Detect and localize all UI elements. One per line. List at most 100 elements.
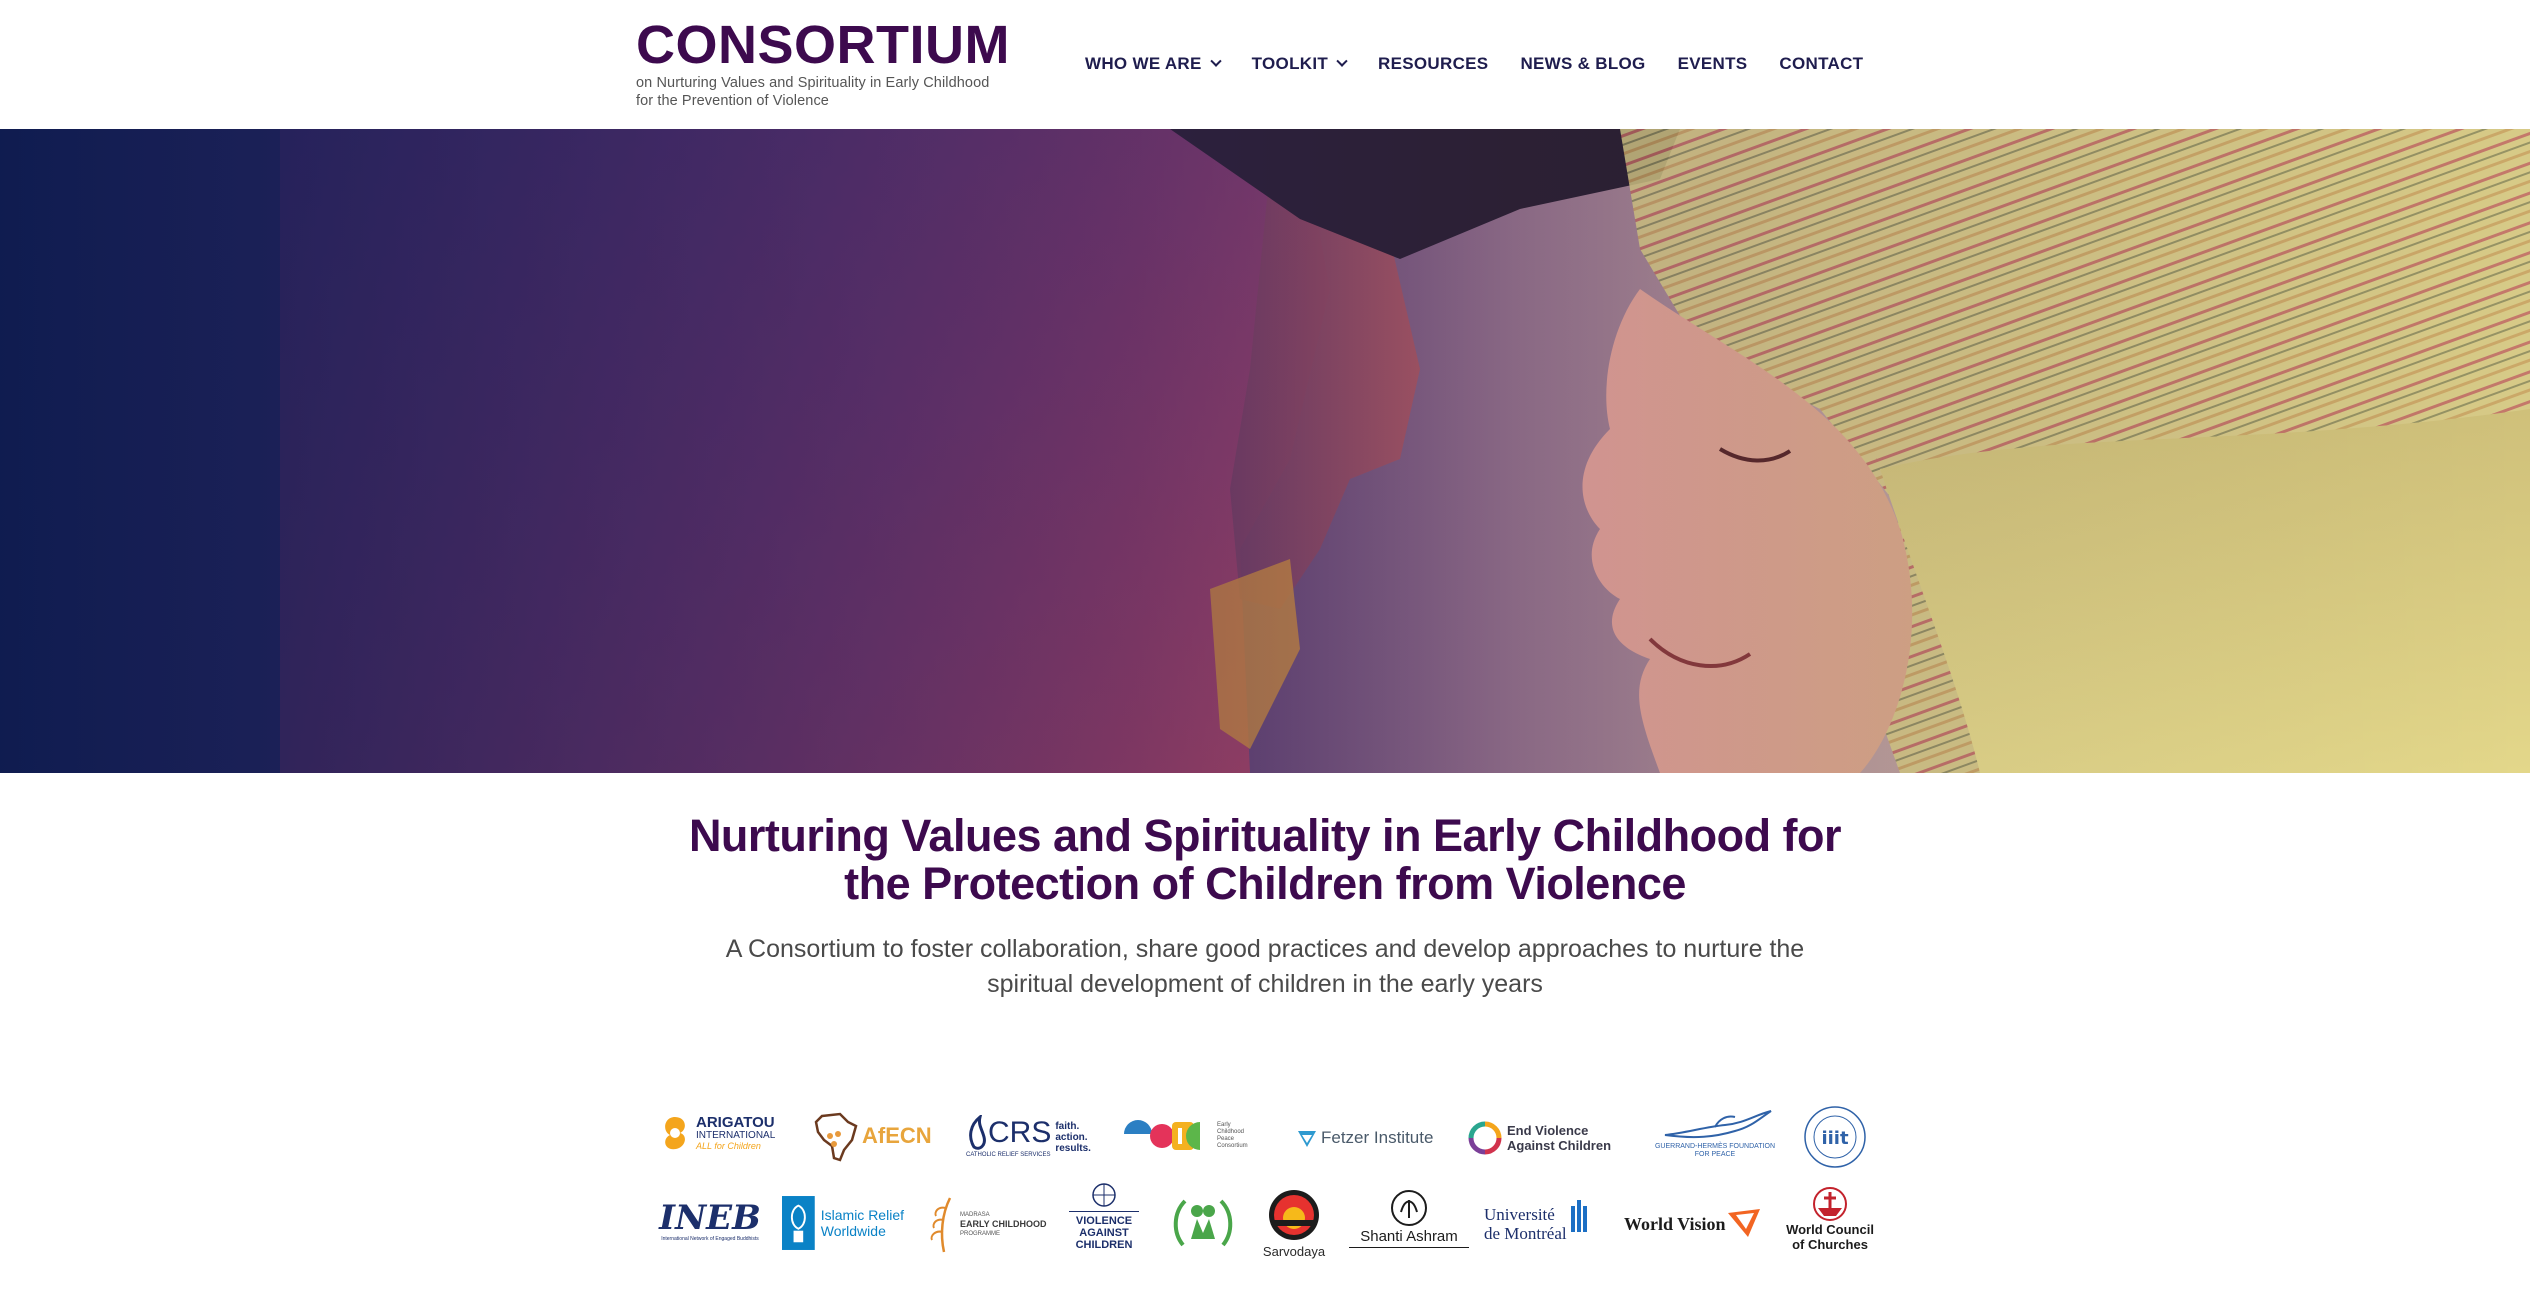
partner-logo-arigatou[interactable]: ARIGATOU INTERNATIONAL ALL for Children (658, 1108, 780, 1158)
arigatou-line1: ARIGATOU (696, 1114, 775, 1131)
madrasa-line1: MADRASA (960, 1211, 990, 1218)
wreath-icon (1173, 1199, 1233, 1247)
shanti-emblem-icon (1391, 1190, 1427, 1226)
logo-title: CONSORTIUM (636, 15, 1010, 75)
partner-logos: ARIGATOU INTERNATIONAL ALL for Children … (650, 1100, 1890, 1270)
description-line-2: spiritual development of children in the… (987, 970, 1543, 998)
montreal-line1: Université (1484, 1205, 1555, 1224)
partner-logo-guerrand-hermes[interactable]: GUERRAND-HERMÈS FOUNDATION FOR PEACE (1650, 1102, 1780, 1164)
nav-item-resources[interactable]: RESOURCES (1378, 54, 1488, 74)
vac-line2: AGAINST (1079, 1227, 1129, 1239)
madrasa-line3: PROGRAMME (960, 1230, 1001, 1237)
partner-logo-iiit[interactable]: iiit (1800, 1104, 1870, 1170)
vac-line1: VIOLENCE (1075, 1215, 1133, 1227)
guerrand-line2: FOR PEACE (1694, 1151, 1736, 1158)
ineb-name: INEB (659, 1198, 761, 1238)
crs-drop-icon (969, 1115, 986, 1150)
partner-logo-wcc[interactable]: World Council of Churches (1778, 1186, 1882, 1264)
nav-item-news-blog[interactable]: NEWS & BLOG (1520, 54, 1645, 74)
end-violence-ring-icon (1468, 1121, 1502, 1155)
nav-item-events[interactable]: EVENTS (1678, 54, 1748, 74)
partner-logo-fetzer[interactable]: Fetzer Institute (1296, 1124, 1441, 1152)
ecpc-shapes-icon (1124, 1120, 1200, 1150)
consortium-logo[interactable]: CONSORTIUM on Nurturing Values and Spiri… (636, 15, 1036, 109)
guerrand-line1: GUERRAND-HERMÈS FOUNDATION (1654, 1143, 1776, 1150)
islamic-relief-line1: Islamic Relief (820, 1207, 904, 1223)
shanti-name: Shanti Ashram (1360, 1228, 1458, 1245)
ecpc-line3: Peace (1217, 1136, 1235, 1142)
chevron-down-icon (1336, 55, 1348, 67)
intro-section: Nurturing Values and Spirituality in Ear… (0, 812, 2530, 1002)
africa-map-icon (814, 1112, 858, 1162)
arigatou-line2: INTERNATIONAL (696, 1130, 776, 1141)
hero-banner (0, 129, 2530, 773)
partner-logo-sarvodaya[interactable]: Sarvodaya (1254, 1188, 1334, 1264)
intro-description: A Consortium to foster collaboration, sh… (695, 932, 1835, 1002)
un-emblem-icon (1092, 1183, 1116, 1207)
logo-subtitle-line2: for the Prevention of Violence (636, 93, 829, 109)
fetzer-name: Fetzer Institute (1321, 1128, 1434, 1147)
afecn-name: AfECN (862, 1123, 932, 1148)
sarvodaya-sun-icon (1269, 1190, 1319, 1240)
wcc-boat-cross-icon (1813, 1187, 1847, 1221)
nav-item-contact[interactable]: CONTACT (1779, 54, 1863, 74)
partner-logo-shanti-ashram[interactable]: Shanti Ashram (1344, 1188, 1474, 1260)
partner-logo-end-violence[interactable]: End Violence Against Children (1468, 1120, 1618, 1156)
partner-logo-madrasa[interactable]: MADRASA EARLY CHILDHOOD PROGRAMME (924, 1194, 1048, 1254)
partner-logo-afecn[interactable]: AfECN (812, 1108, 932, 1164)
crs-tag2: action. (1055, 1131, 1088, 1143)
nav-item-who-we-are[interactable]: WHO WE ARE (1085, 54, 1222, 74)
nav-label: CONTACT (1779, 54, 1864, 73)
iiit-seal-icon: iiit (1804, 1106, 1866, 1168)
nav-item-toolkit[interactable]: TOOLKIT (1251, 54, 1348, 74)
sarvodaya-name: Sarvodaya (1262, 1244, 1326, 1259)
ecpc-line4: Consortium (1217, 1143, 1248, 1149)
dove-icon (1664, 1110, 1772, 1139)
hero-image (0, 129, 2530, 773)
partner-logo-green-wreath[interactable] (1168, 1188, 1238, 1258)
arigatou-line3: ALL for Children (696, 1141, 761, 1151)
ecpc-line2: Childhood (1217, 1129, 1245, 1135)
title-line-2: the Protection of Children from Violence (844, 858, 1686, 909)
wcc-line1: World Council (1786, 1222, 1874, 1237)
ecpc-line1: Early (1217, 1122, 1231, 1128)
title-line-1: Nurturing Values and Spirituality in Ear… (688, 810, 1842, 861)
partner-logo-world-vision[interactable]: World Vision (1624, 1206, 1764, 1242)
crs-tag3: results. (1055, 1142, 1091, 1154)
nav-label: RESOURCES (1378, 54, 1489, 73)
main-nav: WHO WE ARE TOOLKIT RESOURCES NEWS & BLOG… (1085, 50, 1863, 78)
world-vision-star-icon (1727, 1209, 1760, 1237)
vac-line3: CHILDREN (1075, 1239, 1133, 1251)
wheat-icon (930, 1197, 952, 1253)
chevron-down-icon (1209, 55, 1222, 67)
madrasa-line2: EARLY CHILDHOOD (960, 1218, 1047, 1229)
world-vision-name: World Vision (1624, 1214, 1726, 1234)
partner-logo-islamic-relief[interactable]: Islamic Relief Worldwide (782, 1194, 904, 1252)
partner-logo-ecpc[interactable]: Early Childhood Peace Consortium (1122, 1114, 1262, 1158)
crs-sub: CATHOLIC RELIEF SERVICES (966, 1152, 1051, 1158)
nav-label: NEWS & BLOG (1520, 54, 1646, 73)
nav-label: TOOLKIT (1251, 54, 1329, 73)
wcc-line2: of Churches (1792, 1237, 1868, 1252)
arigatou-mark-icon (665, 1117, 685, 1150)
montreal-towers-icon (1570, 1200, 1587, 1232)
partner-logo-crs[interactable]: CRS CATHOLIC RELIEF SERVICES faith. acti… (966, 1110, 1096, 1164)
ineb-sub: International Network of Engaged Buddhis… (661, 1236, 759, 1242)
nav-label: WHO WE ARE (1085, 54, 1202, 73)
partner-logo-universite-montreal[interactable]: Université de Montréal (1484, 1196, 1608, 1252)
fetzer-leaf-icon (1298, 1131, 1316, 1147)
islamic-relief-line2: Worldwide (820, 1223, 886, 1239)
page-title: Nurturing Values and Spirituality in Ear… (675, 812, 1855, 908)
logo-subtitle-line1: on Nurturing Values and Spirituality in … (636, 75, 990, 91)
crs-name: CRS (988, 1116, 1052, 1149)
description-line-1: A Consortium to foster collaboration, sh… (725, 935, 1805, 963)
montreal-line2: de Montréal (1484, 1224, 1567, 1243)
partner-logo-vac[interactable]: VIOLENCE AGAINST CHILDREN (1064, 1182, 1144, 1264)
crs-tag1: faith. (1055, 1120, 1080, 1132)
iiit-name: iiit (1821, 1128, 1849, 1149)
site-header: CONSORTIUM on Nurturing Values and Spiri… (0, 0, 2530, 129)
nav-label: EVENTS (1677, 54, 1748, 73)
partner-logo-ineb[interactable]: INEB International Network of Engaged Bu… (658, 1192, 762, 1250)
islamic-relief-icon (782, 1196, 815, 1250)
end-violence-line1: End Violence (1507, 1123, 1589, 1138)
